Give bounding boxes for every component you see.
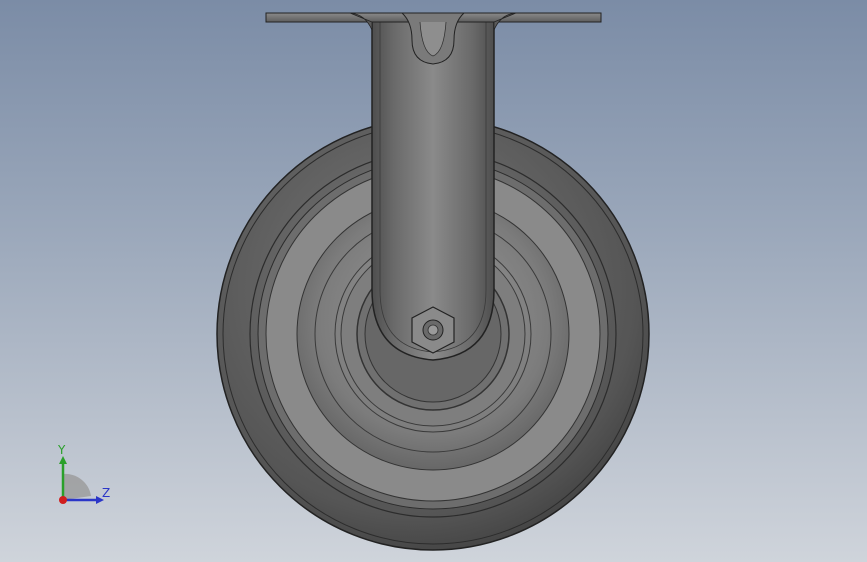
caster-wheel-model[interactable]: [0, 0, 867, 562]
y-axis-label: Y: [58, 443, 66, 457]
graphics-viewport[interactable]: Y Z: [0, 0, 867, 562]
x-axis-dot: [59, 496, 67, 504]
z-axis-label: Z: [102, 486, 111, 500]
y-axis-arrow: [59, 456, 67, 464]
top-plate: [265, 12, 602, 65]
orientation-triad: Y Z: [48, 440, 118, 510]
